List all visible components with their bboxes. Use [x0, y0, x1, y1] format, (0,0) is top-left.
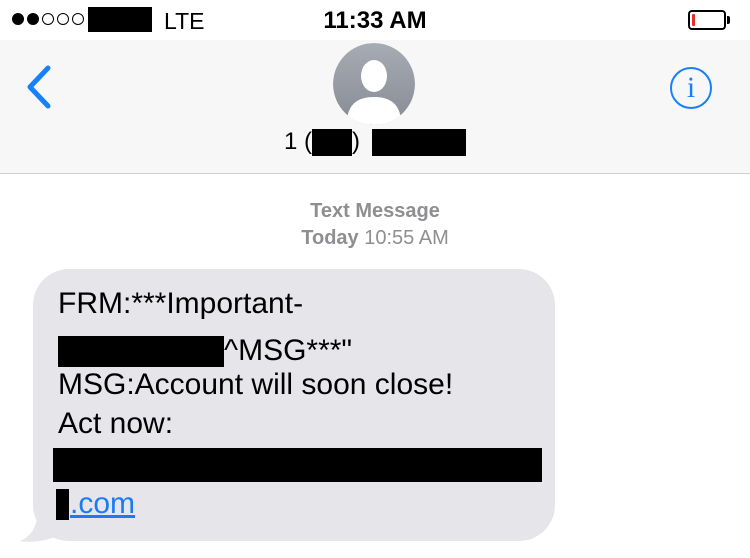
status-bar: LTE 11:33 AM: [0, 0, 750, 40]
contact-name[interactable]: 1 ( ): [0, 128, 750, 158]
phone-number-redaction: [372, 128, 466, 156]
info-icon: i: [686, 71, 696, 104]
contact-name-mid: ): [352, 128, 360, 155]
message-day: Today: [301, 227, 359, 249]
message-line: Act now:: [58, 407, 174, 440]
contact-avatar[interactable]: [333, 43, 415, 125]
person-silhouette-icon: [333, 43, 415, 125]
message-link[interactable]: .com: [56, 487, 135, 521]
chevron-left-icon: [27, 65, 51, 109]
message-timestamp: Today 10:55 AM: [0, 227, 750, 250]
battery-icon: [688, 10, 732, 30]
contact-name-prefix: 1 (: [283, 128, 312, 155]
message-time: 10:55 AM: [364, 227, 449, 249]
message-line: MSG:Account will soon close!: [58, 368, 454, 401]
sender-redaction: [58, 335, 224, 367]
back-button[interactable]: [20, 62, 60, 112]
battery-tip: [727, 16, 730, 24]
status-time: 11:33 AM: [323, 7, 427, 34]
battery-level-fill: [692, 14, 695, 26]
url-redaction: [53, 448, 542, 482]
conversation-header: 1 ( ) i: [0, 40, 750, 174]
info-button[interactable]: i: [670, 67, 712, 109]
url-redaction-small: [56, 488, 69, 520]
message-line-suffix: ^MSG***": [224, 334, 353, 367]
message-line: FRM:***Important-: [58, 287, 304, 320]
message-line: ^MSG***": [58, 334, 352, 368]
link-domain-suffix[interactable]: .com: [70, 487, 135, 521]
message-type-label: Text Message: [310, 200, 440, 222]
area-code-redaction: [312, 128, 352, 156]
